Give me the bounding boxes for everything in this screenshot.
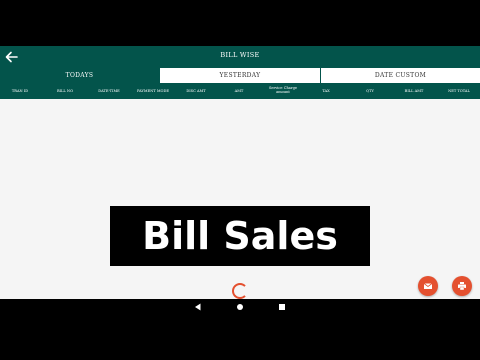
column-header-tran-id: TRAN ID	[11, 89, 29, 93]
mail-button[interactable]	[418, 276, 438, 296]
print-button[interactable]	[452, 276, 472, 296]
loading-spinner-icon	[232, 283, 248, 299]
bill-sales-banner: Bill Sales	[110, 206, 370, 266]
printer-icon	[458, 282, 466, 291]
mail-icon	[423, 283, 433, 289]
nav-back-icon[interactable]	[194, 303, 202, 311]
nav-recents-icon[interactable]	[279, 304, 285, 310]
table-header: TRAN ID BILL NO DATE-TIME PAYMENT MODE D…	[0, 84, 480, 99]
column-header-amt: AMT	[234, 89, 244, 93]
content-area	[0, 99, 480, 299]
column-header-date-time: DATE-TIME	[98, 89, 120, 93]
app-bar: BILL WISE	[0, 46, 480, 68]
status-bar	[0, 0, 480, 46]
tab-date-custom[interactable]: DATE CUSTOM	[321, 68, 480, 83]
column-header-payment-mode: PAYMENT MODE	[136, 89, 170, 93]
column-header-net-total: NET TOTAL	[448, 89, 470, 93]
tab-yesterday[interactable]: YESTERDAY	[160, 68, 320, 83]
column-header-tax: TAX	[322, 89, 330, 93]
column-header-service-charge: Service Charge amount	[268, 86, 298, 95]
column-header-bill-no: BILL NO	[56, 89, 74, 93]
tab-todays[interactable]: TODAYS	[0, 68, 159, 83]
column-header-disc-amt: DISC AMT	[186, 89, 206, 93]
column-header-qty: QTY	[366, 89, 374, 93]
tab-bar: TODAYS YESTERDAY DATE CUSTOM	[0, 68, 480, 84]
page-title: BILL WISE	[220, 51, 260, 59]
nav-home-icon[interactable]	[237, 304, 243, 310]
column-header-bill-amt: BILL AMT	[404, 89, 424, 93]
